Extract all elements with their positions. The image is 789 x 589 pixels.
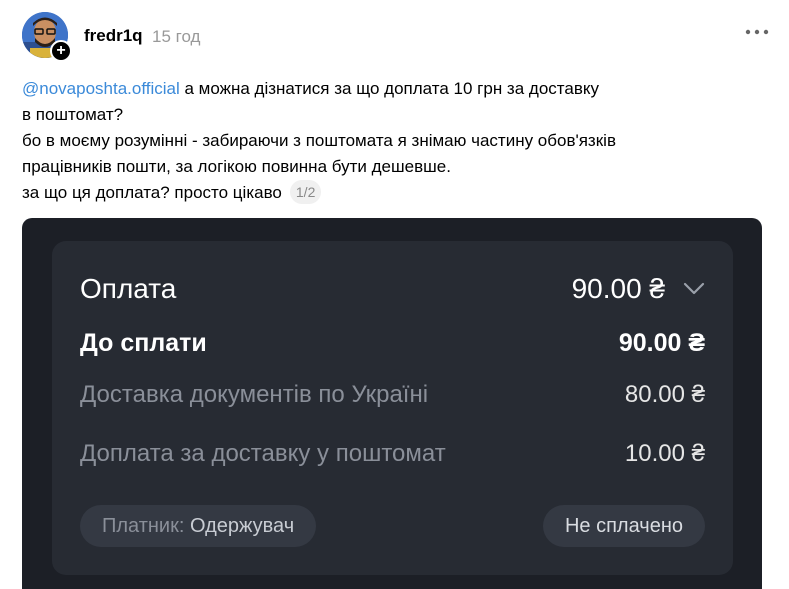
- page-counter: 1/2: [289, 180, 322, 204]
- post-line-1-text: а можна дізнатися за що доплата 10 грн з…: [179, 79, 599, 98]
- payment-header-row[interactable]: Оплата 90.00 ₴: [80, 269, 705, 309]
- delivery-fee-value: 80.00 ₴: [624, 381, 705, 408]
- post-line-5: за що ця доплата? просто цікаво 1/2: [22, 180, 762, 206]
- payment-title: Оплата: [80, 273, 177, 304]
- payer-key: Платник:: [102, 515, 185, 537]
- parcel-locker-surcharge-row: Доплата за доставку у поштомат 10.00 ₴: [80, 436, 705, 472]
- avatar[interactable]: +: [22, 12, 72, 62]
- post-text: @novaposhta.official а можна дізнатися з…: [22, 76, 762, 206]
- attached-screenshot[interactable]: Оплата 90.00 ₴ До сплати 90.00 ₴ Доставк…: [22, 218, 762, 589]
- amount-due-value: 90.00 ₴: [618, 328, 705, 357]
- payer-value: Одержувач: [189, 515, 295, 537]
- delivery-fee-row: Доставка документів по Україні 80.00 ₴: [80, 377, 705, 413]
- mention-link[interactable]: @novaposhta.official: [22, 79, 180, 98]
- username[interactable]: fredr1q: [84, 26, 143, 46]
- payment-status-chip: Не сплачено: [542, 505, 705, 547]
- payment-panel: Оплата 90.00 ₴ До сплати 90.00 ₴ Доставк…: [52, 241, 733, 575]
- timestamp: 15 год: [152, 27, 201, 46]
- post-line-1: @novaposhta.official а можна дізнатися з…: [22, 76, 762, 102]
- post-line-5-text: за що ця доплата? просто цікаво: [22, 183, 282, 202]
- chevron-down-icon[interactable]: [683, 282, 705, 296]
- delivery-fee-label: Доставка документів по Україні: [80, 381, 429, 408]
- post-line-2: в поштомат?: [22, 105, 124, 124]
- more-dots-icon[interactable]: [742, 26, 772, 46]
- post-line-4: працівників пошти, за логікою повинна бу…: [22, 157, 451, 176]
- post-line-3: бо в моєму розумінні - забираючи з пошто…: [22, 131, 616, 150]
- parcel-locker-surcharge-value: 10.00 ₴: [624, 440, 705, 467]
- plus-icon[interactable]: +: [50, 40, 72, 62]
- payment-total-value: 90.00 ₴: [571, 273, 665, 304]
- payment-total: 90.00 ₴: [572, 273, 705, 305]
- amount-due-row: До сплати 90.00 ₴: [80, 325, 705, 361]
- parcel-locker-surcharge-label: Доплата за доставку у поштомат: [80, 440, 446, 467]
- post-header: + fredr1q 15 год: [22, 12, 772, 62]
- payer-chip: Платник: Одержувач: [80, 505, 317, 547]
- amount-due-label: До сплати: [80, 328, 207, 357]
